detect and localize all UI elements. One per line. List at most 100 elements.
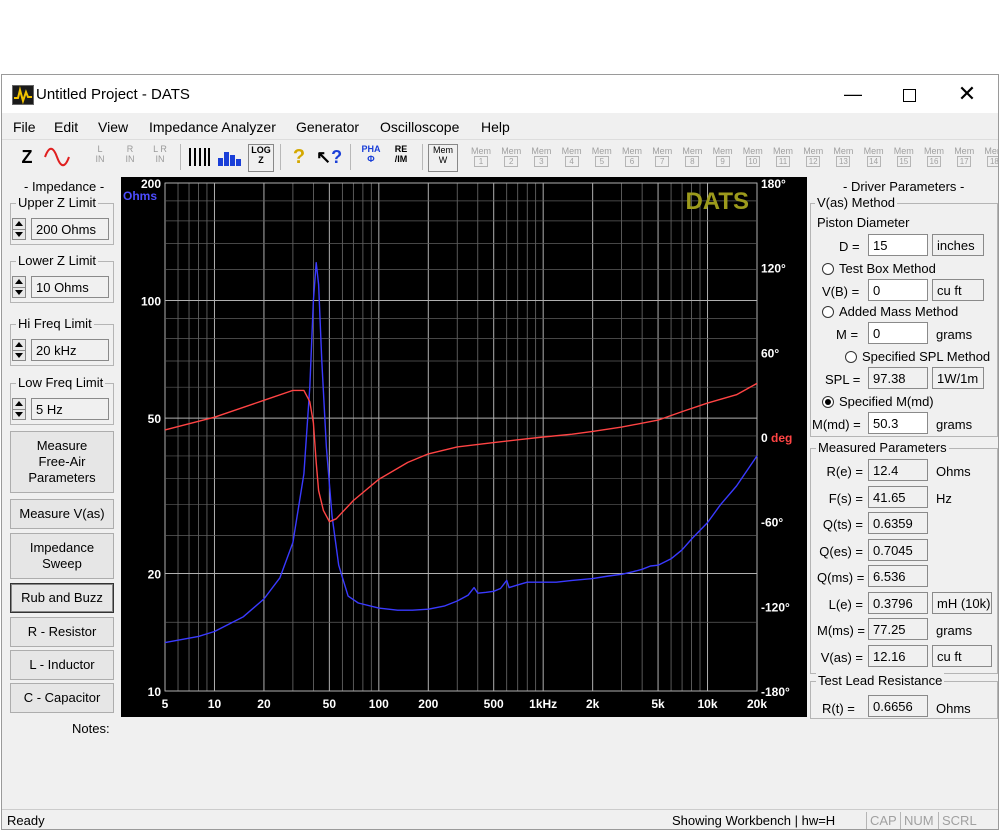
mmd-value-field[interactable]: 50.3 (868, 412, 928, 434)
notes-area[interactable] (121, 723, 807, 805)
memory-slot-7[interactable]: Mem 7 (651, 146, 673, 170)
param-value-field[interactable]: 0.6359 (868, 512, 928, 534)
lower-z-label: Lower Z Limit (16, 253, 99, 268)
memory-slot-number: 16 (927, 156, 941, 167)
menu-view[interactable]: View (98, 119, 128, 135)
low-freq-field[interactable]: 5 Hz (31, 398, 109, 420)
y-left-tick-label: 20 (148, 567, 162, 581)
rt-value-field[interactable]: 0.6656 (868, 695, 928, 717)
x-tick-label: 1kHz (529, 697, 557, 711)
param-value-field[interactable]: 12.16 (868, 644, 928, 667)
piston-diameter-label: Piston Diameter (817, 215, 910, 230)
impedance-z-button[interactable]: Z (16, 144, 38, 170)
window-title: Untitled Project - DATS (36, 86, 190, 103)
specified-spl-radio[interactable] (845, 351, 857, 363)
l-inductor-button[interactable]: L - Inductor (10, 650, 114, 680)
left-input-button[interactable]: L IN (90, 144, 110, 170)
dats-app-icon (12, 85, 34, 105)
m-label: M = (836, 327, 859, 342)
memory-slot-14[interactable]: Mem 14 (863, 146, 885, 170)
spl-unit-field[interactable]: 1W/1m (932, 367, 984, 389)
status-workbench: Showing Workbench | hw=H (672, 813, 836, 828)
toolbar-separator (350, 144, 351, 170)
log-z-button[interactable]: LOG Z (248, 144, 274, 172)
right-input-button[interactable]: R IN (120, 144, 140, 170)
memory-slot-2[interactable]: Mem 2 (500, 146, 522, 170)
memory-slot-17[interactable]: Mem 17 (953, 146, 975, 170)
d-label: D = (839, 239, 860, 254)
specified-mmd-radio[interactable] (822, 396, 834, 408)
memory-slot-9[interactable]: Mem 9 (712, 146, 734, 170)
param-unit: cu ft (932, 644, 992, 667)
hi-freq-field[interactable]: 20 kHz (31, 339, 109, 361)
memory-slot-15[interactable]: Mem 15 (893, 146, 915, 170)
d-unit-field[interactable]: inches (932, 234, 984, 256)
param-unit: mH (10k) (932, 591, 992, 614)
memory-slot-12[interactable]: Mem 12 (802, 146, 824, 170)
pointer-help-icon[interactable]: ↖? (316, 144, 342, 170)
param-value-field[interactable]: 41.65 (868, 485, 928, 508)
memory-slot-number: 10 (745, 156, 760, 167)
rub-and-buzz-button[interactable]: Rub and Buzz (10, 583, 114, 613)
memory-slot-label: Mem (773, 146, 793, 156)
menu-impedance-analyzer[interactable]: Impedance Analyzer (149, 119, 276, 135)
measure-vas-button[interactable]: Measure V(as) (10, 499, 114, 529)
menu-file[interactable]: File (13, 119, 36, 135)
param-value-field[interactable]: 12.4 (868, 459, 928, 481)
memory-slot-13[interactable]: Mem 13 (832, 146, 854, 170)
param-value-field[interactable]: 77.25 (868, 618, 928, 640)
m-value-field[interactable]: 0 (868, 322, 928, 344)
impedance-sweep-button[interactable]: Impedance Sweep (10, 533, 114, 579)
test-box-radio[interactable] (822, 263, 834, 275)
vb-unit-field[interactable]: cu ft (932, 279, 984, 301)
minimize-button[interactable]: — (830, 79, 876, 109)
impedance-plot[interactable]: 5 10 20 50 100 200 500 1kHz 2k 5k 10k 20k 10 20 50 100 2… (121, 177, 807, 717)
upper-z-field[interactable]: 200 Ohms (31, 218, 109, 240)
mem-w-button[interactable]: Mem W (428, 144, 458, 172)
bar-display-icon[interactable] (216, 144, 242, 170)
lower-z-spinner[interactable] (12, 276, 26, 298)
memory-slot-16[interactable]: Mem 16 (923, 146, 945, 170)
param-value-field[interactable]: 0.3796 (868, 591, 928, 614)
sine-wave-icon[interactable] (42, 144, 72, 170)
memory-slot-3[interactable]: Mem 3 (530, 146, 552, 170)
menu-oscilloscope[interactable]: Oscilloscope (380, 119, 459, 135)
grid-lines-icon[interactable] (186, 144, 212, 170)
d-value-field[interactable]: 15 (868, 234, 928, 256)
r-resistor-button[interactable]: R - Resistor (10, 617, 114, 647)
memory-slot-11[interactable]: Mem 11 (772, 146, 794, 170)
maximize-button[interactable] (886, 79, 932, 109)
menu-generator[interactable]: Generator (296, 119, 359, 135)
menu-edit[interactable]: Edit (54, 119, 78, 135)
added-mass-radio[interactable] (822, 306, 834, 318)
c-capacitor-button[interactable]: C - Capacitor (10, 683, 114, 713)
param-value-field[interactable]: 0.7045 (868, 538, 928, 561)
memory-slot-4[interactable]: Mem 4 (561, 146, 583, 170)
memory-slot-5[interactable]: Mem 5 (591, 146, 613, 170)
spl-value-field[interactable]: 97.38 (868, 367, 928, 389)
real-imag-button[interactable]: RE /IM (388, 144, 414, 170)
status-cap: CAP (870, 813, 897, 828)
memory-slot-1[interactable]: Mem 1 (470, 146, 492, 170)
low-freq-label: Low Freq Limit (16, 375, 106, 390)
status-separator (938, 812, 939, 829)
upper-z-spinner[interactable] (12, 218, 26, 240)
memory-slot-6[interactable]: Mem 6 (621, 146, 643, 170)
lower-z-field[interactable]: 10 Ohms (31, 276, 109, 298)
phase-button[interactable]: PHA Φ (358, 144, 384, 170)
vb-value-field[interactable]: 0 (868, 279, 928, 301)
memory-slot-8[interactable]: Mem 8 (681, 146, 703, 170)
param-value-field[interactable]: 6.536 (868, 565, 928, 587)
measure-free-air-button[interactable]: Measure Free-Air Parameters (10, 431, 114, 493)
status-scrl: SCRL (942, 813, 977, 828)
memory-slot-10[interactable]: Mem 10 (742, 146, 764, 170)
memory-slot-number: 2 (504, 156, 519, 167)
help-icon[interactable]: ? (288, 144, 310, 170)
y-right-tick-label: 0 deg (761, 431, 792, 445)
left-right-input-button[interactable]: L R IN (148, 144, 172, 170)
memory-slot-18[interactable]: Mem18 (983, 146, 998, 170)
close-button[interactable]: ✕ (944, 79, 990, 109)
low-freq-spinner[interactable] (12, 398, 26, 420)
menu-help[interactable]: Help (481, 119, 510, 135)
hi-freq-spinner[interactable] (12, 339, 26, 361)
